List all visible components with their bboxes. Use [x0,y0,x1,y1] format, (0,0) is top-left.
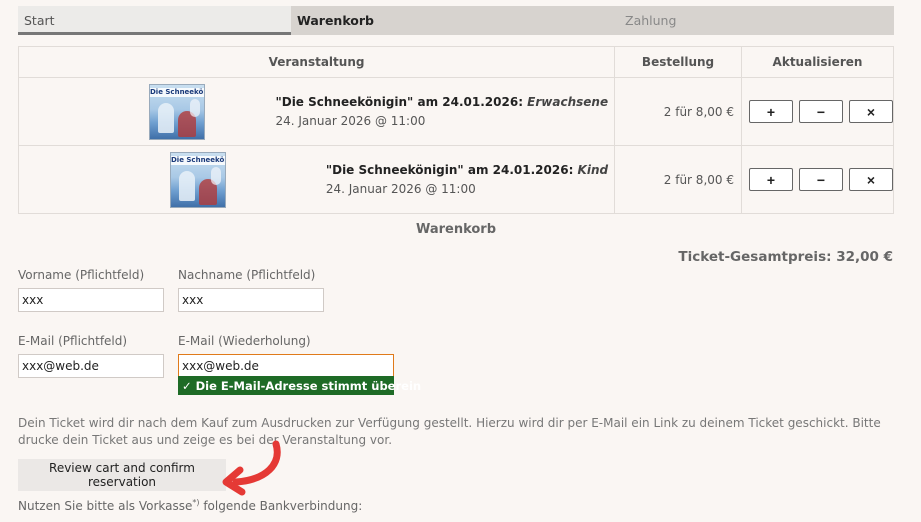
remove-button[interactable]: × [848,168,893,191]
review-cart-button[interactable]: Review cart and confirm reservation [18,459,226,491]
firstname-label: Vorname (Pflichtfeld) [18,268,145,282]
event-poster-image: Die Schneekönigin [149,84,205,140]
checkout-steps: Start Warenkorb Zahlung [18,6,894,35]
ticket-info-text: Dein Ticket wird dir nach dem Kauf zum A… [18,416,881,447]
table-row: Die Schneekönigin "Die Schneekönigin" am… [17,145,895,214]
poster-title: Die Schneekönigin [171,156,225,165]
event-date: 24. Januar 2026 @ 11:00 [275,114,426,128]
remove-button[interactable]: × [848,100,893,123]
order-quantity: 2 für 8,00 € [614,77,742,146]
step-cart: Warenkorb [291,6,601,35]
firstname-input[interactable] [18,288,164,312]
actions-cell: + − × [740,145,895,214]
event-info: "Die Schneekönigin" am 24.01.2026: Kind … [326,163,608,196]
header-order: Bestellung [614,46,742,78]
lastname-input[interactable] [178,288,324,312]
header-update: Aktualisieren [740,46,895,78]
table-header-row: Veranstaltung Bestellung Aktualisieren [17,46,895,78]
cart-heading: Warenkorb [415,222,497,237]
total-price: Ticket-Gesamtpreis: 32,00 € [678,249,893,265]
cart-table: Veranstaltung Bestellung Aktualisieren D… [17,46,895,214]
email-label: E-Mail (Pflichtfeld) [18,334,128,348]
poster-title: Die Schneekönigin [150,88,204,97]
event-cell: Die Schneekönigin "Die Schneekönigin" am… [17,77,616,146]
actions-cell: + − × [740,77,895,146]
increase-button[interactable]: + [748,100,793,123]
email-input[interactable] [18,354,164,378]
email-repeat-label: E-Mail (Wiederholung) [178,334,311,348]
event-title: "Die Schneekönigin" am 24.01.2026: Erwac… [275,95,609,109]
event-info: "Die Schneekönigin" am 24.01.2026: Erwac… [275,95,608,128]
event-cell: Die Schneekönigin "Die Schneekönigin" am… [17,145,616,214]
event-title: "Die Schneekönigin" am 24.01.2026: Kind [325,163,609,177]
ticket-category: Erwachsene [527,95,609,109]
step-payment: Zahlung [601,6,894,35]
decrease-button[interactable]: − [798,100,843,123]
order-quantity: 2 für 8,00 € [614,145,742,214]
header-event: Veranstaltung [17,46,616,78]
table-row: Die Schneekönigin "Die Schneekönigin" am… [17,77,895,146]
decrease-button[interactable]: − [798,168,843,191]
event-date: 24. Januar 2026 @ 11:00 [325,182,476,196]
pointer-arrow-icon [222,440,281,496]
ticket-category: Kind [577,163,609,177]
increase-button[interactable]: + [748,168,793,191]
email-match-message: ✓ Die E-Mail-Adresse stimmt überein [178,376,421,395]
email-repeat-input[interactable] [178,354,394,378]
lastname-label: Nachname (Pflichtfeld) [178,268,316,282]
bank-transfer-note: Nutzen Sie bitte als Vorkasse*) folgende… [18,498,363,513]
step-start[interactable]: Start [18,6,291,35]
event-poster-image: Die Schneekönigin [170,152,226,208]
